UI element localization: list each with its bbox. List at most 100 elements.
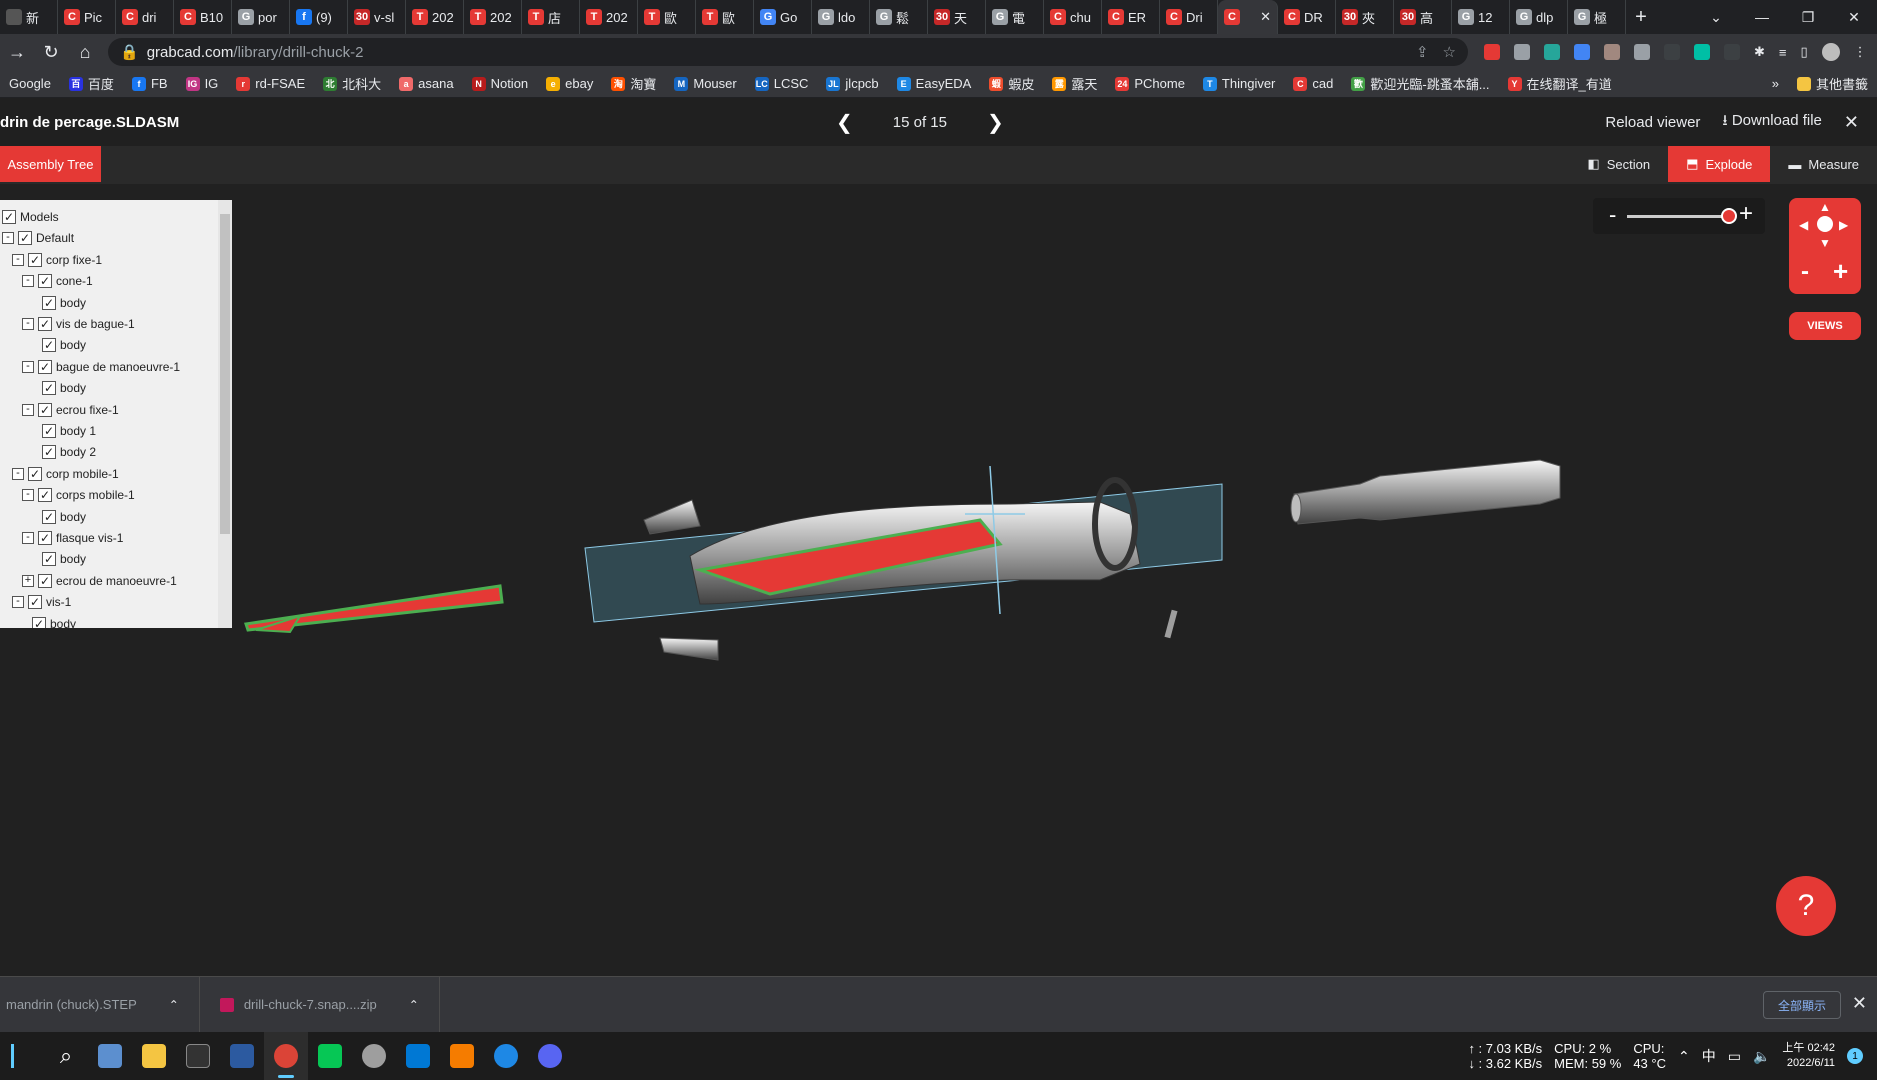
browser-tab[interactable]: G Go bbox=[754, 0, 812, 34]
tree-checkbox[interactable]: ✓ bbox=[42, 509, 56, 524]
taskview-icon[interactable] bbox=[88, 1032, 132, 1080]
center-icon[interactable] bbox=[1817, 216, 1833, 232]
pan-left-icon[interactable]: ◀ bbox=[1799, 218, 1808, 232]
bookmark-star-icon[interactable]: ☆ bbox=[1443, 43, 1456, 61]
browser-tab[interactable]: T 202 bbox=[580, 0, 638, 34]
creo-icon[interactable] bbox=[484, 1032, 528, 1080]
tree-node[interactable]: - ✓ corp fixe-1 bbox=[12, 251, 102, 269]
share-icon[interactable]: ⇪ bbox=[1416, 43, 1429, 61]
extension-icon[interactable] bbox=[1484, 44, 1500, 60]
tree-checkbox[interactable]: ✓ bbox=[38, 488, 52, 503]
tree-node[interactable]: - ✓ Default bbox=[2, 229, 74, 247]
extension-icon[interactable] bbox=[1664, 44, 1680, 60]
bookmark-item[interactable]: 蝦蝦皮 bbox=[980, 74, 1043, 93]
ime-indicator[interactable]: 中 bbox=[1702, 1046, 1716, 1066]
browser-tab[interactable]: T歐 bbox=[696, 0, 754, 34]
clock[interactable]: 上午 02:42 2022/6/11 bbox=[1782, 1041, 1835, 1071]
bookmark-item[interactable]: f FB bbox=[123, 76, 177, 91]
collapse-icon[interactable]: - bbox=[2, 232, 14, 245]
section-button[interactable]: ◧ Section bbox=[1569, 146, 1668, 182]
nav-zoom-in-button[interactable]: + bbox=[1833, 256, 1848, 287]
bookmark-item[interactable]: 露露天 bbox=[1043, 74, 1106, 93]
tab-search-icon[interactable]: ⌄ bbox=[1693, 0, 1739, 34]
restore-button[interactable]: ❐ bbox=[1785, 0, 1831, 34]
browser-tab[interactable]: T 202 bbox=[406, 0, 464, 34]
volume-icon[interactable]: 🔈 bbox=[1753, 1048, 1770, 1065]
extension-icon[interactable] bbox=[1514, 44, 1530, 60]
extension-icon[interactable] bbox=[1544, 44, 1560, 60]
bookmark-item[interactable]: E EasyEDA bbox=[888, 76, 981, 91]
chevron-up-icon[interactable]: ⌃ bbox=[409, 998, 419, 1012]
line-icon[interactable] bbox=[308, 1032, 352, 1080]
browser-tab[interactable]: G電 bbox=[986, 0, 1044, 34]
start-icon[interactable] bbox=[0, 1032, 44, 1080]
url-bar[interactable]: 🔒 grabcad.com/library/drill-chuck-2 ⇪ ☆ bbox=[108, 38, 1468, 66]
browser-tab[interactable]: Cdri bbox=[116, 0, 174, 34]
help-button[interactable]: ? bbox=[1776, 876, 1836, 936]
close-downloads-icon[interactable]: ✕ bbox=[1852, 993, 1867, 1014]
browser-tab[interactable]: Cchu bbox=[1044, 0, 1102, 34]
extension-icon[interactable] bbox=[1724, 44, 1740, 60]
menu-icon[interactable]: ⋮ bbox=[1854, 44, 1867, 60]
collapse-icon[interactable]: - bbox=[12, 467, 24, 480]
tree-node[interactable]: ✓ body bbox=[32, 550, 86, 568]
discord-icon[interactable] bbox=[528, 1032, 572, 1080]
extension-icon[interactable] bbox=[1694, 44, 1710, 60]
browser-tab[interactable]: Gdlp bbox=[1510, 0, 1568, 34]
collapse-icon[interactable]: - bbox=[22, 532, 34, 544]
download-item[interactable]: mandrin (chuck).STEP ⌃ bbox=[0, 976, 200, 1033]
browser-tab[interactable]: C Pic bbox=[58, 0, 116, 34]
reading-list-icon[interactable]: ≡ bbox=[1779, 45, 1787, 60]
collapse-icon[interactable]: - bbox=[22, 489, 34, 502]
tree-node[interactable]: ✓ body bbox=[32, 294, 86, 312]
bookmark-item[interactable]: Google bbox=[0, 76, 60, 91]
network-icon[interactable]: ▭ bbox=[1728, 1048, 1741, 1065]
reload-icon[interactable]: ↻ bbox=[34, 42, 68, 63]
tree-checkbox[interactable]: ✓ bbox=[42, 445, 56, 460]
zoom-slider-knob[interactable] bbox=[1720, 208, 1737, 224]
search-icon[interactable]: ⌕ bbox=[44, 1032, 88, 1080]
close-viewer-icon[interactable]: ✕ bbox=[1844, 112, 1859, 133]
tree-node[interactable]: + ✓ ecrou de manoeuvre-1 bbox=[22, 572, 177, 590]
collapse-icon[interactable]: - bbox=[12, 596, 24, 609]
extension-icon[interactable] bbox=[1604, 44, 1620, 60]
powershell-icon[interactable] bbox=[220, 1032, 264, 1080]
vscode-icon[interactable] bbox=[396, 1032, 440, 1080]
tree-node[interactable]: ✓ body 1 bbox=[32, 422, 96, 440]
settings-gear-icon[interactable] bbox=[352, 1032, 396, 1080]
tree-checkbox[interactable]: ✓ bbox=[38, 317, 52, 331]
reload-viewer-button[interactable]: Reload viewer bbox=[1605, 114, 1700, 131]
browser-tab[interactable]: 30 夾 bbox=[1336, 0, 1394, 34]
tree-checkbox[interactable]: ✓ bbox=[42, 424, 56, 438]
other-bookmarks-folder[interactable]: 其他書籤 bbox=[1788, 74, 1877, 93]
download-file-button[interactable]: ⭳ Download file bbox=[1722, 110, 1821, 135]
browser-tab[interactable]: 30 高 bbox=[1394, 0, 1452, 34]
puzzle-icon[interactable]: ✱ bbox=[1754, 44, 1765, 60]
tree-node[interactable]: ✓ body 2 bbox=[32, 443, 96, 461]
browser-tab[interactable]: 新 bbox=[0, 0, 58, 34]
tree-checkbox[interactable]: ✓ bbox=[18, 231, 32, 246]
avatar[interactable] bbox=[1821, 43, 1840, 61]
tree-checkbox[interactable]: ✓ bbox=[42, 381, 56, 396]
notification-badge[interactable]: 1 bbox=[1847, 1048, 1863, 1064]
tree-node[interactable]: ✓ body bbox=[22, 615, 76, 628]
tree-checkbox[interactable]: ✓ bbox=[38, 274, 52, 289]
show-all-downloads-button[interactable]: 全部顯示 bbox=[1762, 991, 1841, 1019]
browser-tab[interactable]: f (9) bbox=[290, 0, 348, 34]
extension-icon[interactable] bbox=[1574, 44, 1590, 60]
tree-node[interactable]: - ✓ ecrou fixe-1 bbox=[22, 401, 119, 419]
assembly-tree-button[interactable]: Assembly Tree bbox=[0, 146, 101, 182]
tree-node[interactable]: - ✓ vis-1 bbox=[12, 593, 71, 611]
tree-node[interactable]: - ✓ corp mobile-1 bbox=[12, 465, 119, 483]
measure-button[interactable]: ▬ Measure bbox=[1770, 146, 1877, 182]
browser-tab[interactable]: T歐 bbox=[638, 0, 696, 34]
browser-tab[interactable]: C Dri bbox=[1160, 0, 1218, 34]
tree-checkbox[interactable]: ✓ bbox=[38, 573, 52, 588]
3d-canvas[interactable] bbox=[0, 184, 1877, 976]
bookmark-item[interactable]: Y 在线翻译_有道 bbox=[1499, 74, 1621, 93]
pan-up-icon[interactable]: ▲ bbox=[1819, 200, 1831, 214]
scrollbar-thumb[interactable] bbox=[220, 214, 230, 534]
tree-node[interactable]: ✓ body bbox=[32, 379, 86, 397]
collapse-icon[interactable]: - bbox=[12, 253, 24, 266]
tree-node[interactable]: ✓ body bbox=[32, 508, 86, 526]
